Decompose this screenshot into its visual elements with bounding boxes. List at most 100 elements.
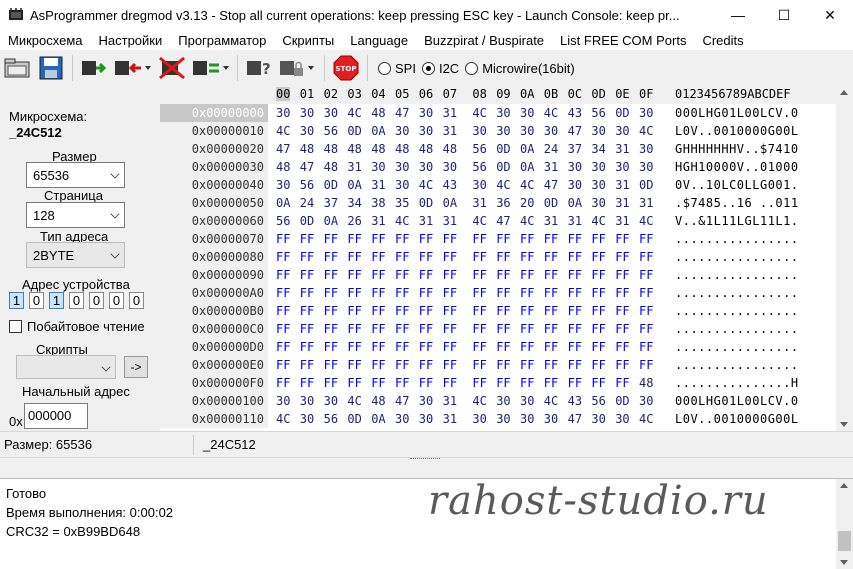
hex-byte[interactable]: FF — [591, 230, 605, 248]
hex-byte[interactable]: 30 — [520, 104, 534, 122]
hex-byte[interactable]: 35 — [395, 194, 409, 212]
hex-byte[interactable]: 47 — [496, 212, 510, 230]
menu-item[interactable]: Credits — [694, 33, 751, 48]
hex-byte[interactable]: 4C — [520, 212, 534, 230]
hex-byte[interactable]: 30 — [639, 392, 653, 410]
hex-byte[interactable]: 4C — [544, 104, 558, 122]
hex-byte[interactable]: 48 — [443, 140, 457, 158]
hex-byte[interactable]: FF — [568, 284, 582, 302]
hex-byte[interactable]: 31 — [639, 194, 653, 212]
hex-byte[interactable]: FF — [443, 302, 457, 320]
hex-byte[interactable]: FF — [371, 374, 385, 392]
hex-byte[interactable]: 0D — [544, 194, 558, 212]
hex-byte[interactable]: 4C — [472, 104, 486, 122]
hex-byte[interactable]: FF — [544, 248, 558, 266]
page-select[interactable]: 128 — [26, 202, 125, 228]
hex-byte[interactable]: FF — [568, 320, 582, 338]
minimize-button[interactable]: — — [715, 0, 761, 30]
hex-byte[interactable]: FF — [276, 356, 290, 374]
hex-byte[interactable]: 30 — [324, 392, 338, 410]
hex-byte[interactable]: 30 — [496, 104, 510, 122]
hex-byte[interactable]: 30 — [276, 104, 290, 122]
hex-byte[interactable]: 56 — [472, 140, 486, 158]
erase-button[interactable] — [155, 53, 189, 83]
hex-byte[interactable]: FF — [419, 266, 433, 284]
menu-item[interactable]: Настройки — [91, 33, 171, 48]
hex-byte[interactable]: 56 — [276, 212, 290, 230]
hex-byte[interactable]: FF — [300, 302, 314, 320]
hex-byte[interactable]: FF — [371, 356, 385, 374]
hex-byte[interactable]: FF — [544, 230, 558, 248]
hex-byte[interactable]: 30 — [591, 410, 605, 428]
hex-byte[interactable]: 30 — [419, 158, 433, 176]
hex-byte[interactable]: FF — [615, 230, 629, 248]
size-select[interactable]: 65536 — [26, 162, 125, 188]
address-bit[interactable]: 0 — [89, 292, 104, 309]
hex-byte[interactable]: FF — [520, 248, 534, 266]
scroll-down-icon[interactable] — [840, 560, 848, 565]
hex-byte[interactable]: FF — [615, 302, 629, 320]
hex-byte[interactable]: 48 — [300, 140, 314, 158]
hex-byte[interactable]: FF — [347, 230, 361, 248]
hex-byte[interactable]: 30 — [496, 410, 510, 428]
write-button[interactable] — [111, 53, 155, 83]
hex-byte[interactable]: 30 — [324, 104, 338, 122]
hex-byte[interactable]: 31 — [544, 212, 558, 230]
hex-byte[interactable]: FF — [520, 230, 534, 248]
hex-byte[interactable]: FF — [395, 356, 409, 374]
hex-byte[interactable]: 47 — [568, 410, 582, 428]
hex-byte[interactable]: 36 — [496, 194, 510, 212]
hex-byte[interactable]: 4C — [591, 212, 605, 230]
hex-byte[interactable]: 20 — [520, 194, 534, 212]
hex-byte[interactable]: 31 — [443, 122, 457, 140]
hex-byte[interactable]: 30 — [591, 122, 605, 140]
hex-byte[interactable]: FF — [591, 320, 605, 338]
hex-byte[interactable]: FF — [347, 266, 361, 284]
hex-byte[interactable]: FF — [472, 248, 486, 266]
hex-byte[interactable]: FF — [371, 248, 385, 266]
hex-byte[interactable]: FF — [443, 356, 457, 374]
hex-byte[interactable]: 30 — [371, 158, 385, 176]
address-bit[interactable]: 0 — [29, 292, 44, 309]
hex-byte[interactable]: FF — [639, 338, 653, 356]
hex-byte[interactable]: 43 — [568, 104, 582, 122]
hex-byte[interactable]: FF — [276, 266, 290, 284]
hex-byte[interactable]: 31 — [371, 212, 385, 230]
hex-byte[interactable]: 48 — [371, 104, 385, 122]
hex-byte[interactable]: FF — [520, 374, 534, 392]
hex-byte[interactable]: FF — [520, 266, 534, 284]
hex-byte[interactable]: 47 — [395, 392, 409, 410]
hex-byte[interactable]: FF — [395, 284, 409, 302]
hex-byte[interactable]: 30 — [300, 392, 314, 410]
hex-byte[interactable]: FF — [347, 248, 361, 266]
hex-byte[interactable]: 4C — [347, 392, 361, 410]
hex-byte[interactable]: 30 — [520, 410, 534, 428]
hex-byte[interactable]: 34 — [591, 140, 605, 158]
hex-byte[interactable]: 48 — [395, 140, 409, 158]
hex-byte[interactable]: FF — [324, 230, 338, 248]
hex-byte[interactable]: 48 — [419, 140, 433, 158]
hex-byte[interactable]: FF — [568, 374, 582, 392]
hex-byte[interactable]: 30 — [568, 176, 582, 194]
hex-byte[interactable]: 30 — [443, 158, 457, 176]
hex-byte[interactable]: FF — [496, 266, 510, 284]
hex-byte[interactable]: FF — [472, 284, 486, 302]
hex-byte[interactable]: FF — [443, 230, 457, 248]
hex-byte[interactable]: 56 — [591, 392, 605, 410]
hex-byte[interactable]: 0D — [496, 140, 510, 158]
hex-byte[interactable]: 56 — [324, 122, 338, 140]
open-button[interactable] — [0, 53, 34, 83]
protocol-spi-radio[interactable]: SPI — [378, 61, 416, 76]
hex-byte[interactable]: FF — [300, 320, 314, 338]
lock-button[interactable] — [276, 53, 320, 83]
hex-byte[interactable]: FF — [544, 266, 558, 284]
hex-byte[interactable]: FF — [639, 320, 653, 338]
protocol-microwire-radio[interactable]: Microwire(16bit) — [465, 61, 575, 76]
hex-byte[interactable]: 31 — [615, 176, 629, 194]
hex-byte[interactable]: FF — [276, 230, 290, 248]
hex-byte[interactable]: 0A — [443, 194, 457, 212]
hex-byte[interactable]: 0A — [276, 194, 290, 212]
hex-byte[interactable]: 4C — [276, 410, 290, 428]
hex-byte[interactable]: FF — [520, 356, 534, 374]
hex-byte[interactable]: 30 — [615, 410, 629, 428]
